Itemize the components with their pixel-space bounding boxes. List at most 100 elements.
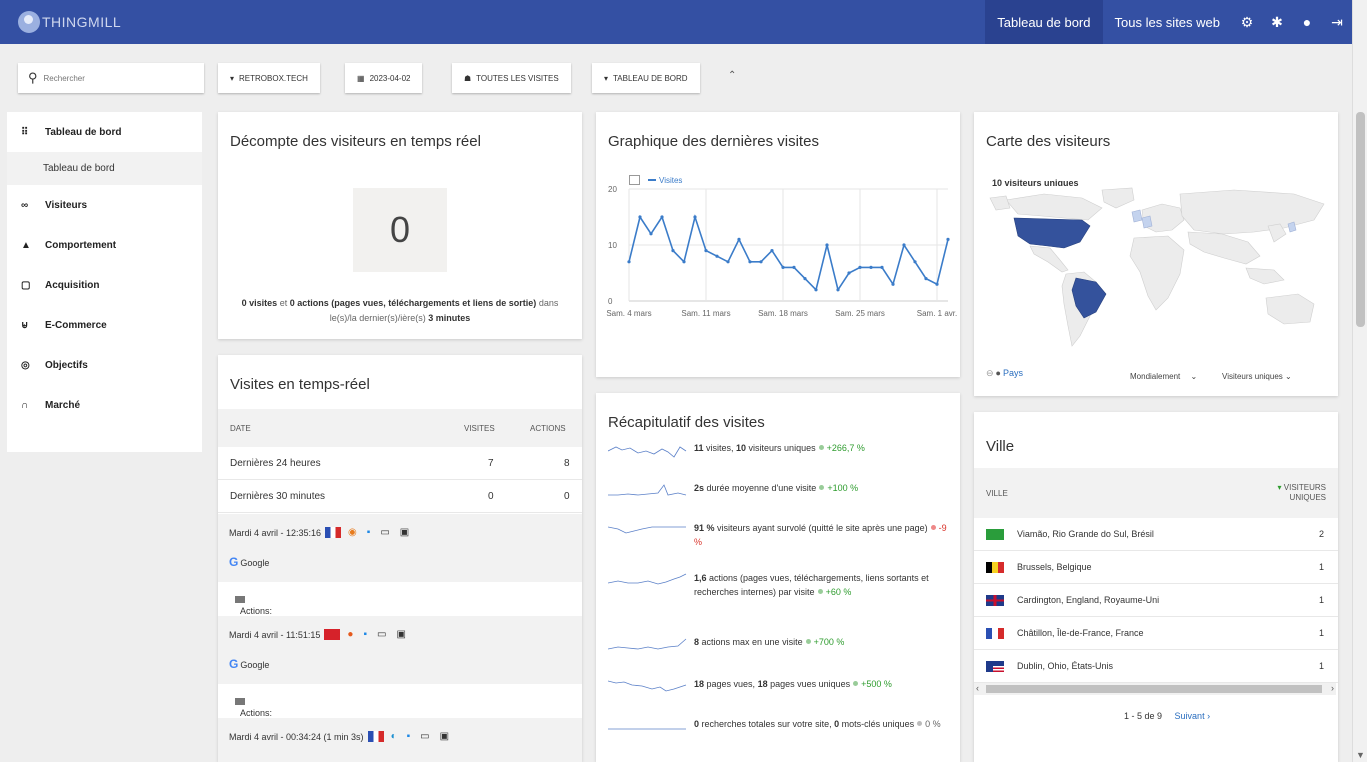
logout-icon[interactable]: ⇥ xyxy=(1322,14,1352,31)
map-metric-select[interactable]: Visiteurs uniques ⌄ xyxy=(1222,372,1292,381)
calendar-icon: ▦ xyxy=(357,73,365,83)
firefox-icon: ● xyxy=(347,629,354,640)
summary-text: actions (pages vues, téléchargements, li… xyxy=(694,573,929,597)
gear-icon[interactable]: ⚙ xyxy=(1232,14,1262,31)
summary-trend: +700 % xyxy=(813,637,845,647)
scrollbar-thumb[interactable] xyxy=(1356,112,1365,327)
google-icon: G xyxy=(229,555,239,569)
visits-line-chart[interactable]: 0 10 20 Sam. 4 mars Sam. 11 mars Sam. 18 mars… xyxy=(596,112,960,377)
bug-icon[interactable]: ✱ xyxy=(1262,14,1292,31)
sparkline[interactable] xyxy=(608,571,688,589)
table-row[interactable]: Viamão, Rio Grande do Sul, Brésil 2 xyxy=(974,518,1338,551)
sparkline[interactable] xyxy=(608,635,688,653)
table-hscrollbar[interactable]: ‹ › xyxy=(974,683,1336,695)
search-input[interactable] xyxy=(43,73,184,83)
visit-entry[interactable]: Mardi 4 avril - 11:51:15 ● ▪ ▭ ▣ G Google xyxy=(218,616,582,684)
map-level-pays[interactable]: ⊖ ● Pays xyxy=(986,368,1023,379)
data-point xyxy=(880,265,884,269)
profile-icon[interactable]: ▣ xyxy=(440,731,449,742)
map-uk[interactable] xyxy=(1131,209,1143,223)
zoom-out-icon[interactable]: ⊖ xyxy=(986,368,994,378)
chevron-down-icon[interactable]: ▼ xyxy=(1356,750,1365,760)
summary-text: visites, xyxy=(703,443,737,453)
chevron-right-icon[interactable]: › xyxy=(1331,683,1334,693)
logo[interactable]: THINGMILL xyxy=(18,11,121,33)
city-name: Dublin, Ohio, États-Unis xyxy=(1017,661,1114,671)
page-scrollbar[interactable]: ▼ xyxy=(1352,0,1367,762)
sparkline[interactable] xyxy=(608,481,688,499)
profile-icon[interactable]: ▣ xyxy=(400,527,409,538)
nav-dashboard[interactable]: Tableau de bord xyxy=(985,0,1103,44)
table-row[interactable]: Cardington, England, Royaume-Uni 1 xyxy=(974,584,1338,617)
summary-value: 2s xyxy=(694,483,705,493)
flag-belgium-icon xyxy=(986,562,1004,573)
flag-vietnam-icon xyxy=(324,629,341,640)
map-france[interactable] xyxy=(1141,215,1153,229)
folder-icon[interactable] xyxy=(235,698,245,706)
sparkline[interactable] xyxy=(608,441,688,459)
nav-all-websites[interactable]: Tous les sites web xyxy=(1103,0,1233,44)
map-scope-select[interactable]: Mondialement ⌄ xyxy=(1130,372,1197,381)
summary-trend: +266,7 % xyxy=(826,443,865,453)
sidebar-item-label: Acquisition xyxy=(45,279,100,291)
data-point xyxy=(682,260,686,264)
globe-icon: ● xyxy=(995,368,1001,378)
top-nav: Tableau de bord Tous les sites web ⚙ ✱ ●… xyxy=(985,0,1352,44)
sidebar-item-behaviour[interactable]: ▲ Comportement xyxy=(7,225,202,265)
window-icon: ▢ xyxy=(21,279,31,291)
col-unique-visitors-label: VISITEURS UNIQUES xyxy=(1283,483,1326,502)
sparkline[interactable] xyxy=(608,677,688,695)
edge-icon: ◐ xyxy=(390,731,397,742)
desktop-icon: ▭ xyxy=(420,731,430,742)
data-point xyxy=(946,237,950,241)
x-tick-label: Sam. 11 mars xyxy=(681,309,730,318)
profile-icon[interactable]: ▣ xyxy=(396,629,405,640)
flag-france-icon xyxy=(367,731,384,742)
data-point xyxy=(792,265,796,269)
sidebar-item-marketplace[interactable]: ∩ Marché xyxy=(7,385,202,425)
sidebar-item-acquisition[interactable]: ▢ Acquisition xyxy=(7,265,202,305)
dashboard-selector[interactable]: ▾ TABLEAU DE BORD xyxy=(592,63,700,93)
segment-icon: ☗ xyxy=(464,73,472,83)
sparkline[interactable] xyxy=(608,717,688,735)
table-row[interactable]: Brussels, Belgique 1 xyxy=(974,551,1338,584)
visit-entry[interactable]: Mardi 4 avril - 00:34:24 (1 min 3s) ◐ ▪ … xyxy=(218,718,582,762)
search-box[interactable]: ⚲ xyxy=(18,63,204,93)
next-page-link[interactable]: Suivant › xyxy=(1175,711,1211,721)
sidebar-item-ecommerce[interactable]: ⊌ E-Commerce xyxy=(7,305,202,345)
collapse-toolbar-icon[interactable]: ⌃ xyxy=(728,70,736,81)
table-row[interactable]: Dublin, Ohio, États-Unis 1 xyxy=(974,650,1338,683)
table-row[interactable]: Châtillon, Île-de-France, France 1 xyxy=(974,617,1338,650)
realtime-counter-card: Décompte des visiteurs en temps réel 0 0… xyxy=(218,112,582,339)
y-tick-label: 20 xyxy=(608,185,617,194)
windows-icon: ▪ xyxy=(366,527,371,538)
counter-minutes: 3 minutes xyxy=(428,313,471,323)
actions-label: Actions: xyxy=(240,708,273,718)
col-unique-visitors[interactable]: ▾ VISITEURS UNIQUES xyxy=(1262,483,1326,503)
table-row: Dernières 30 minutes 0 0 xyxy=(218,480,582,513)
sidebar-item-dashboard[interactable]: ⠿ Tableau de bord xyxy=(7,112,202,152)
site-selector[interactable]: ▾ RETROBOX.TECH xyxy=(218,63,320,93)
date-selector[interactable]: ▦ 2023-04-02 xyxy=(345,63,423,93)
sidebar-item-visitors[interactable]: ∞ Visiteurs xyxy=(7,185,202,225)
sidebar-item-goals[interactable]: ◎ Objectifs xyxy=(7,345,202,385)
summary-text: visiteurs uniques xyxy=(746,443,816,453)
folder-icon[interactable] xyxy=(235,596,245,604)
data-point xyxy=(660,215,664,219)
map-metric-label: Visiteurs uniques xyxy=(1222,372,1283,381)
visit-entry[interactable]: Mardi 4 avril - 12:35:16 ◉ ▪ ▭ ▣ G Google xyxy=(218,514,582,582)
data-point xyxy=(858,265,862,269)
chevron-left-icon[interactable]: ‹ xyxy=(976,683,979,693)
hscroll-thumb[interactable] xyxy=(986,685,1322,693)
sparkline[interactable] xyxy=(608,521,688,539)
summary-text: visiteurs ayant survolé (quitté le site … xyxy=(714,523,928,533)
chart-type-icon[interactable] xyxy=(629,175,640,185)
info-icon[interactable]: ● xyxy=(1292,14,1322,30)
flag-usa-icon xyxy=(986,661,1004,672)
windows-icon: ▪ xyxy=(363,629,367,640)
table-row: Dernières 24 heures 7 8 xyxy=(218,447,582,480)
segment-selector[interactable]: ☗ TOUTES LES VISITES xyxy=(452,63,571,93)
summary-trend: +60 % xyxy=(825,587,852,597)
sidebar-subitem-dashboard[interactable]: Tableau de bord xyxy=(7,152,202,185)
world-map[interactable] xyxy=(984,186,1330,360)
